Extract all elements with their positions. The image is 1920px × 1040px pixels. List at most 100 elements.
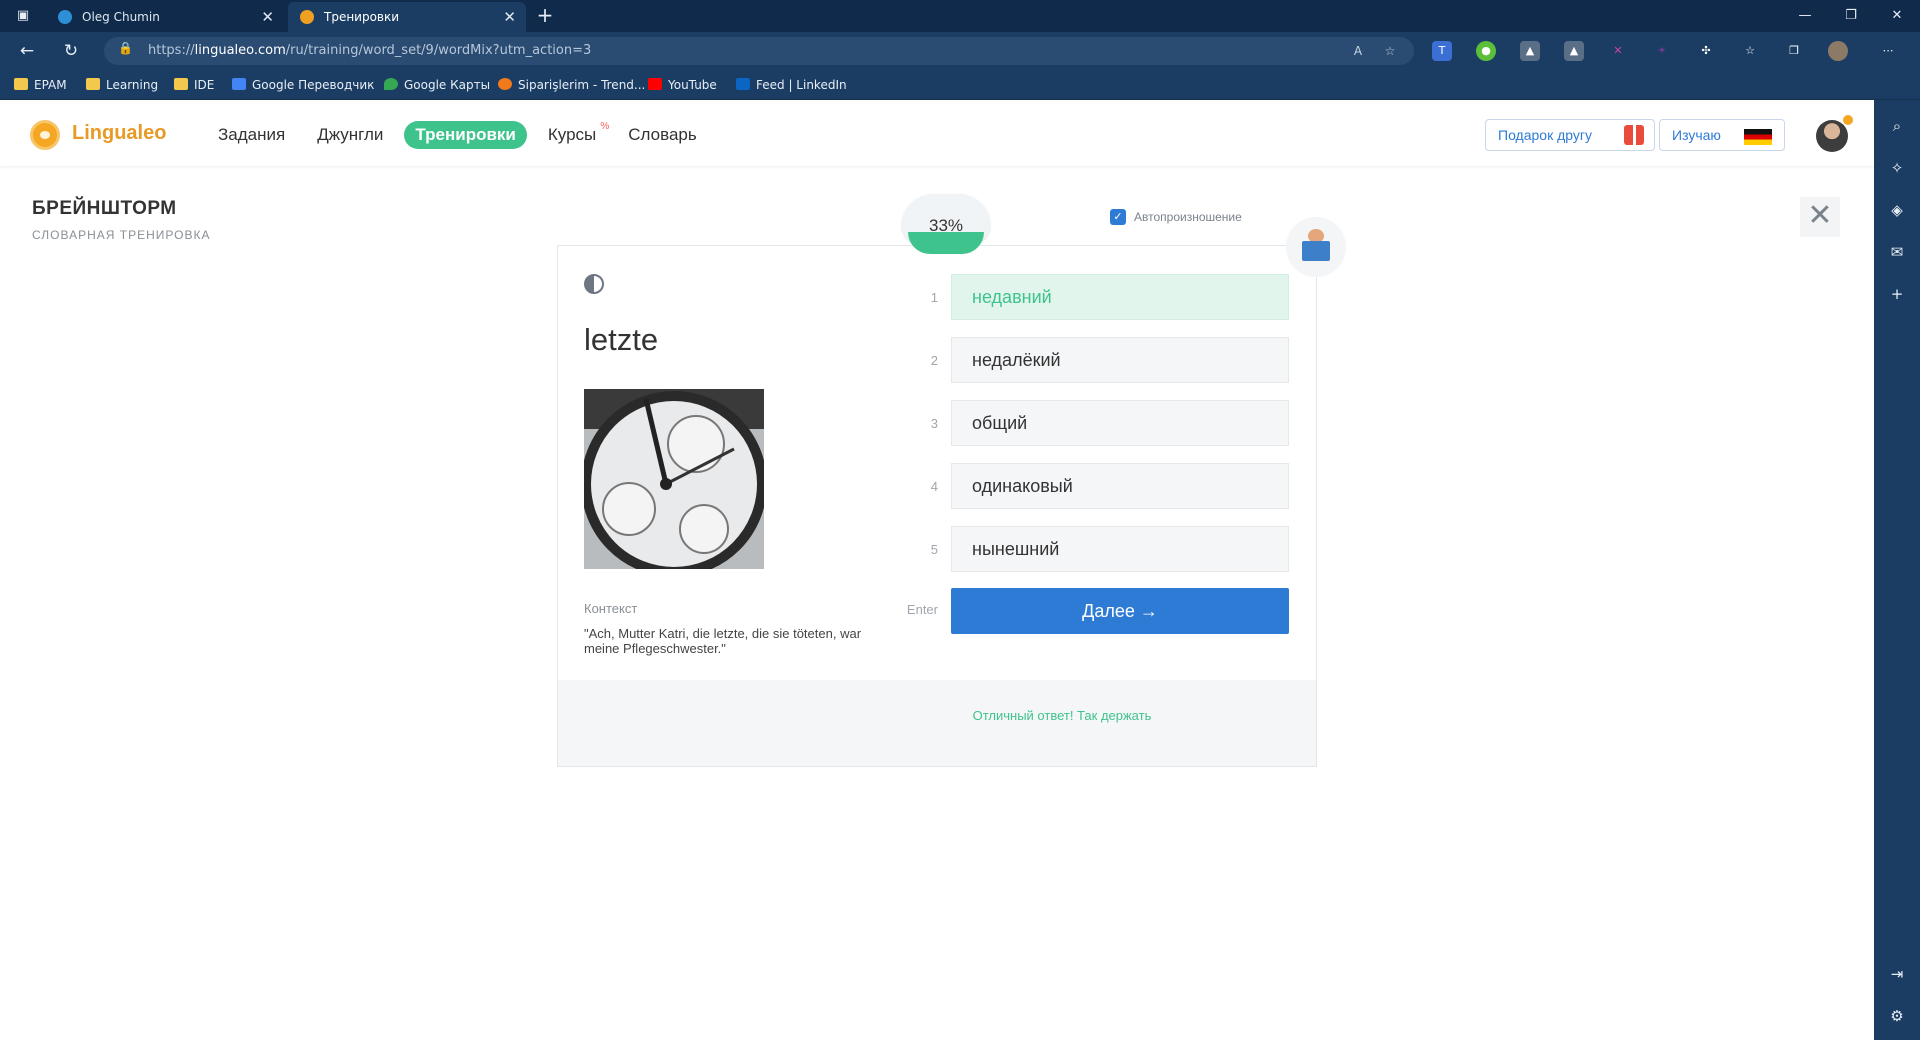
search-icon[interactable]: ⌕: [1885, 114, 1909, 138]
restore-button[interactable]: ❐: [1828, 0, 1874, 32]
menu-item-jungle[interactable]: Джунгли: [306, 121, 394, 149]
close-training-button[interactable]: ✕: [1800, 197, 1840, 237]
read-aloud-icon[interactable]: A: [1348, 41, 1368, 61]
option-number: 4: [930, 479, 938, 494]
copilot-icon[interactable]: ✧: [1885, 156, 1909, 180]
user-avatar[interactable]: [1816, 120, 1848, 152]
bookmark-google-maps[interactable]: Google Карты: [384, 77, 490, 93]
progress-percent: 33%: [928, 216, 964, 235]
next-button[interactable]: Далее →: [951, 588, 1289, 634]
window-controls: — ❐ ✕: [1782, 0, 1920, 32]
minimize-button[interactable]: —: [1782, 0, 1828, 32]
extension-translate-icon[interactable]: T: [1432, 41, 1452, 61]
address-bar-row: ← ↻ 🔒 https://lingualeo.com/ru/training/…: [0, 32, 1920, 70]
site-logo[interactable]: Lingualeo: [72, 122, 166, 145]
folder-icon: [86, 78, 100, 90]
outlook-icon[interactable]: ✉: [1885, 240, 1909, 264]
youtube-icon: [648, 78, 662, 90]
main-menu: Задания Джунгли Тренировки Курсы% Словар…: [207, 121, 718, 149]
tab-actions-icon[interactable]: ▣: [10, 6, 36, 26]
bookmark-learning[interactable]: Learning: [86, 77, 158, 93]
extension-chart-icon[interactable]: ▲: [1564, 41, 1584, 61]
close-window-button[interactable]: ✕: [1874, 0, 1920, 32]
premium-badge-icon: [1843, 115, 1853, 125]
collections-icon[interactable]: ❐: [1784, 41, 1804, 61]
word-image: [584, 389, 764, 569]
refresh-icon[interactable]: ↻: [58, 39, 84, 63]
study-word: letzte: [584, 322, 659, 357]
extension-grammarly-icon[interactable]: ●: [1476, 41, 1496, 61]
menu-item-label: Курсы: [547, 125, 597, 144]
bookmarks-bar: EPAM Learning IDE Google Переводчик Goog…: [0, 70, 1920, 100]
progress-cloud: 33%: [898, 190, 994, 266]
more-menu-icon[interactable]: ⋯: [1878, 41, 1898, 61]
training-title: БРЕЙНШТОРМ: [32, 198, 177, 219]
checkbox-checked-icon[interactable]: ✓: [1110, 209, 1126, 225]
answer-option-4[interactable]: одинаковый: [951, 463, 1289, 509]
sound-icon[interactable]: [584, 274, 604, 294]
bookmark-google-translate[interactable]: Google Переводчик: [232, 77, 374, 93]
extension-x-icon[interactable]: ✕: [1608, 41, 1628, 61]
sidebar-settings-gear-icon[interactable]: ⚙: [1885, 1004, 1909, 1028]
lock-icon[interactable]: 🔒: [118, 41, 133, 55]
answer-option-1[interactable]: недавний: [951, 274, 1289, 320]
tab-favicon-icon: [300, 10, 314, 24]
mascot-figure: [1302, 229, 1330, 263]
autoplay-toggle[interactable]: ✓ Автопроизношение: [1110, 209, 1242, 225]
add-sidebar-app-icon[interactable]: +: [1885, 282, 1909, 306]
feedback-footer: Отличный ответ! Так держать: [558, 680, 1316, 766]
extensions-icon[interactable]: ✣: [1696, 41, 1716, 61]
menu-item-tasks[interactable]: Задания: [207, 121, 296, 149]
new-tab-button[interactable]: +: [532, 3, 558, 29]
tab-title: Тренировки: [324, 10, 400, 24]
german-flag-icon: [1744, 129, 1772, 145]
url-text: https://lingualeo.com/ru/training/word_s…: [148, 43, 592, 58]
mascot-reading-icon: [1286, 217, 1346, 277]
option-number: 3: [930, 416, 938, 431]
training-card: letzte Контекст "Ach, Mutter Katri, die …: [557, 245, 1317, 767]
bookmark-trendyol[interactable]: Siparişlerim - Trend...: [498, 77, 645, 93]
browser-tab-bar: ▣ Oleg Chumin ✕ Тренировки ✕ + — ❐ ✕: [0, 0, 1920, 32]
favorites-icon[interactable]: ☆: [1740, 41, 1760, 61]
tab-close-icon[interactable]: ✕: [261, 2, 274, 32]
lion-logo-icon[interactable]: [30, 120, 60, 150]
option-number: 1: [930, 290, 938, 305]
menu-item-courses[interactable]: Курсы%: [537, 121, 609, 149]
answer-option-2[interactable]: недалёкий: [951, 337, 1289, 383]
browser-tab-oleg-chumin[interactable]: Oleg Chumin ✕: [46, 2, 284, 32]
context-sentence: "Ach, Mutter Katri, die letzte, die sie …: [584, 626, 862, 656]
profile-avatar-icon[interactable]: [1828, 41, 1848, 61]
tab-close-icon[interactable]: ✕: [503, 2, 516, 32]
hide-sidebar-icon[interactable]: ⇥: [1885, 962, 1909, 986]
gift-friend-button[interactable]: Подарок другу: [1485, 119, 1655, 151]
gift-icon: [1624, 125, 1644, 145]
enter-hint: Enter: [906, 602, 938, 617]
url-field[interactable]: 🔒 https://lingualeo.com/ru/training/word…: [104, 37, 1414, 65]
menu-item-dictionary[interactable]: Словарь: [617, 121, 707, 149]
button-label: Подарок другу: [1498, 127, 1592, 143]
bookmark-youtube[interactable]: YouTube: [648, 77, 717, 93]
linkedin-icon: [736, 78, 750, 90]
games-icon[interactable]: ◈: [1885, 198, 1909, 222]
back-icon[interactable]: ←: [14, 39, 40, 63]
browser-tab-trainings[interactable]: Тренировки ✕: [288, 2, 526, 32]
context-label: Контекст: [584, 601, 638, 616]
bookmark-epam[interactable]: EPAM: [14, 77, 67, 93]
trendyol-icon: [498, 78, 512, 90]
learning-language-button[interactable]: Изучаю: [1659, 119, 1785, 151]
answer-option-5[interactable]: нынешний: [951, 526, 1289, 572]
extension-stats-icon[interactable]: ▲: [1520, 41, 1540, 61]
answer-option-3[interactable]: общий: [951, 400, 1289, 446]
google-maps-icon: [384, 78, 398, 90]
favorite-star-icon[interactable]: ☆: [1380, 41, 1400, 61]
book-icon: [1302, 241, 1330, 261]
folder-icon: [174, 78, 188, 90]
site-header: Lingualeo Задания Джунгли Тренировки Кур…: [0, 100, 1874, 166]
extension-puzzle-dark-icon[interactable]: ✦: [1652, 41, 1672, 61]
option-number: 2: [930, 353, 938, 368]
bookmark-ide[interactable]: IDE: [174, 77, 214, 93]
bookmark-linkedin[interactable]: Feed | LinkedIn: [736, 77, 847, 93]
watch-image-icon: [584, 389, 764, 569]
menu-item-trainings[interactable]: Тренировки: [404, 121, 527, 149]
tab-favicon-icon: [58, 10, 72, 24]
